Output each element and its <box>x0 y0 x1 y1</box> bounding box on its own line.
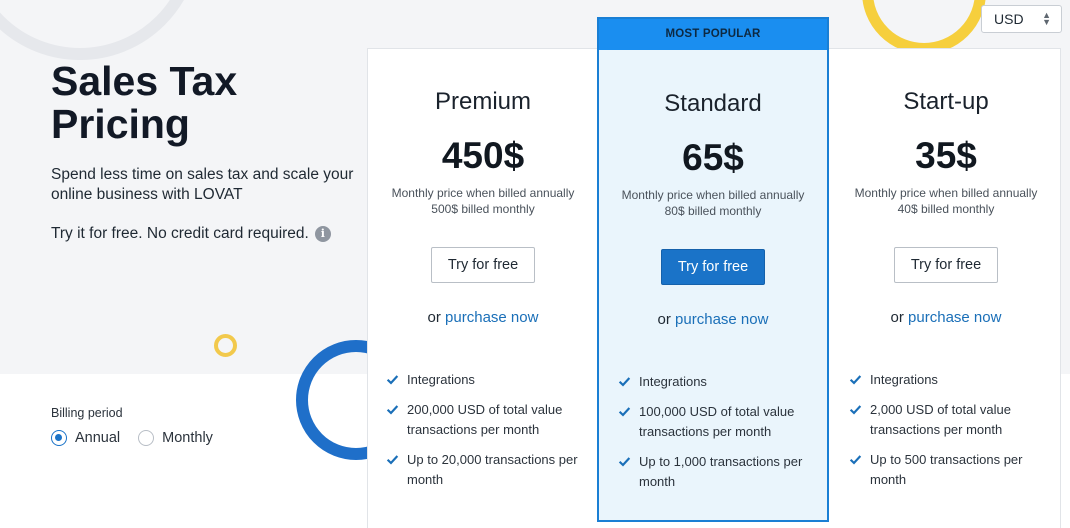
radio-checked-icon[interactable] <box>51 430 67 446</box>
purchase-now-link[interactable]: purchase now <box>908 309 1001 326</box>
feature-list: Integrations 100,000 USD of total value … <box>618 372 818 492</box>
try-for-free-button[interactable]: Try for free <box>893 247 999 283</box>
check-icon <box>386 455 399 465</box>
feature-item: Integrations <box>386 370 586 390</box>
check-icon <box>849 455 862 465</box>
billing-options: Annual Monthly <box>51 430 213 446</box>
feature-text: Up to 20,000 transactions per month <box>407 452 578 487</box>
free-trial-note: Try it for free. No credit card required… <box>51 224 331 244</box>
billing-period-label: Billing period <box>51 406 123 420</box>
billing-monthly-radio[interactable]: Monthly <box>138 430 213 446</box>
check-icon <box>386 375 399 385</box>
feature-text: Integrations <box>639 374 707 389</box>
plan-price: 450$ <box>441 135 525 176</box>
plan-note-annual: Monthly price when billed annually <box>391 186 575 200</box>
page-title: Sales Tax Pricing <box>51 58 238 147</box>
plan-price-note: Monthly price when billed annually 40$ b… <box>830 185 1062 217</box>
currency-value: USD <box>994 11 1024 27</box>
billing-period: Billing period Annual Monthly <box>51 406 213 446</box>
plan-card-premium: Premium 450$ Monthly price when billed a… <box>367 48 599 522</box>
feature-item: 2,000 USD of total value transactions pe… <box>849 400 1049 440</box>
feature-text: Integrations <box>870 372 938 387</box>
feature-text: Up to 500 transactions per month <box>870 452 1023 487</box>
billing-annual-label: Annual <box>75 430 121 446</box>
feature-list: Integrations 2,000 USD of total value tr… <box>849 370 1049 490</box>
check-icon <box>386 405 399 415</box>
purchase-line: or purchase now <box>830 309 1062 326</box>
free-trial-text: Try it for free. No credit card required… <box>51 225 309 242</box>
plan-name: Premium <box>434 88 531 115</box>
try-for-free-button[interactable]: Try for free <box>430 247 536 283</box>
plan-note-monthly: 80$ billed monthly <box>664 204 762 218</box>
feature-text: 100,000 USD of total value transactions … <box>639 404 795 439</box>
plan-price-note: Monthly price when billed annually 80$ b… <box>599 187 827 219</box>
plan-name: Start-up <box>903 88 989 115</box>
purchase-prefix: or <box>657 311 671 328</box>
currency-select[interactable]: USD ▲ ▼ <box>981 5 1062 33</box>
plan-price: 65$ <box>682 137 744 178</box>
plan-card-standard: MOST POPULAR Standard 65$ Monthly price … <box>597 17 829 522</box>
hero-subtitle: Spend less time on sales tax and scale y… <box>51 166 354 203</box>
check-icon <box>849 405 862 415</box>
purchase-prefix: or <box>890 309 904 326</box>
feature-text: Up to 1,000 transactions per month <box>639 454 803 489</box>
feature-item: 200,000 USD of total value transactions … <box>386 400 586 440</box>
feature-text: 200,000 USD of total value transactions … <box>407 402 563 437</box>
check-icon <box>618 407 631 417</box>
feature-item: Up to 500 transactions per month <box>849 450 1049 490</box>
purchase-prefix: or <box>427 309 441 326</box>
purchase-now-link[interactable]: purchase now <box>445 309 538 326</box>
feature-item: Integrations <box>849 370 1049 390</box>
feature-item: Up to 1,000 transactions per month <box>618 452 818 492</box>
purchase-line: or purchase now <box>367 309 599 326</box>
billing-monthly-label: Monthly <box>162 430 213 446</box>
select-arrows-icon: ▲ ▼ <box>1042 10 1051 27</box>
feature-list: Integrations 200,000 USD of total value … <box>386 370 586 490</box>
feature-text: Integrations <box>407 372 475 387</box>
plan-price: 35$ <box>915 135 977 176</box>
plan-note-annual: Monthly price when billed annually <box>854 186 1038 200</box>
plan-price-note: Monthly price when billed annually 500$ … <box>367 185 599 217</box>
info-icon[interactable]: i <box>314 226 331 242</box>
plan-note-monthly: 40$ billed monthly <box>897 202 995 216</box>
feature-item: Integrations <box>618 372 818 392</box>
feature-text: 2,000 USD of total value transactions pe… <box>870 402 1011 437</box>
plan-name: Standard <box>664 90 762 117</box>
check-icon <box>849 375 862 385</box>
radio-unchecked-icon[interactable] <box>138 430 155 446</box>
plan-note-annual: Monthly price when billed annually <box>621 188 805 202</box>
plan-card-startup: Start-up 35$ Monthly price when billed a… <box>830 48 1062 522</box>
billing-annual-radio[interactable]: Annual <box>51 430 120 446</box>
feature-item: 100,000 USD of total value transactions … <box>618 402 818 442</box>
check-icon <box>618 457 631 467</box>
check-icon <box>618 377 631 387</box>
plan-note-monthly: 500$ billed monthly <box>431 202 535 216</box>
purchase-now-link[interactable]: purchase now <box>675 311 768 328</box>
purchase-line: or purchase now <box>599 311 827 328</box>
try-for-free-button[interactable]: Try for free <box>660 249 766 285</box>
most-popular-badge: MOST POPULAR <box>599 19 827 50</box>
feature-item: Up to 20,000 transactions per month <box>386 450 586 490</box>
decorative-yellow-ring <box>214 334 237 357</box>
